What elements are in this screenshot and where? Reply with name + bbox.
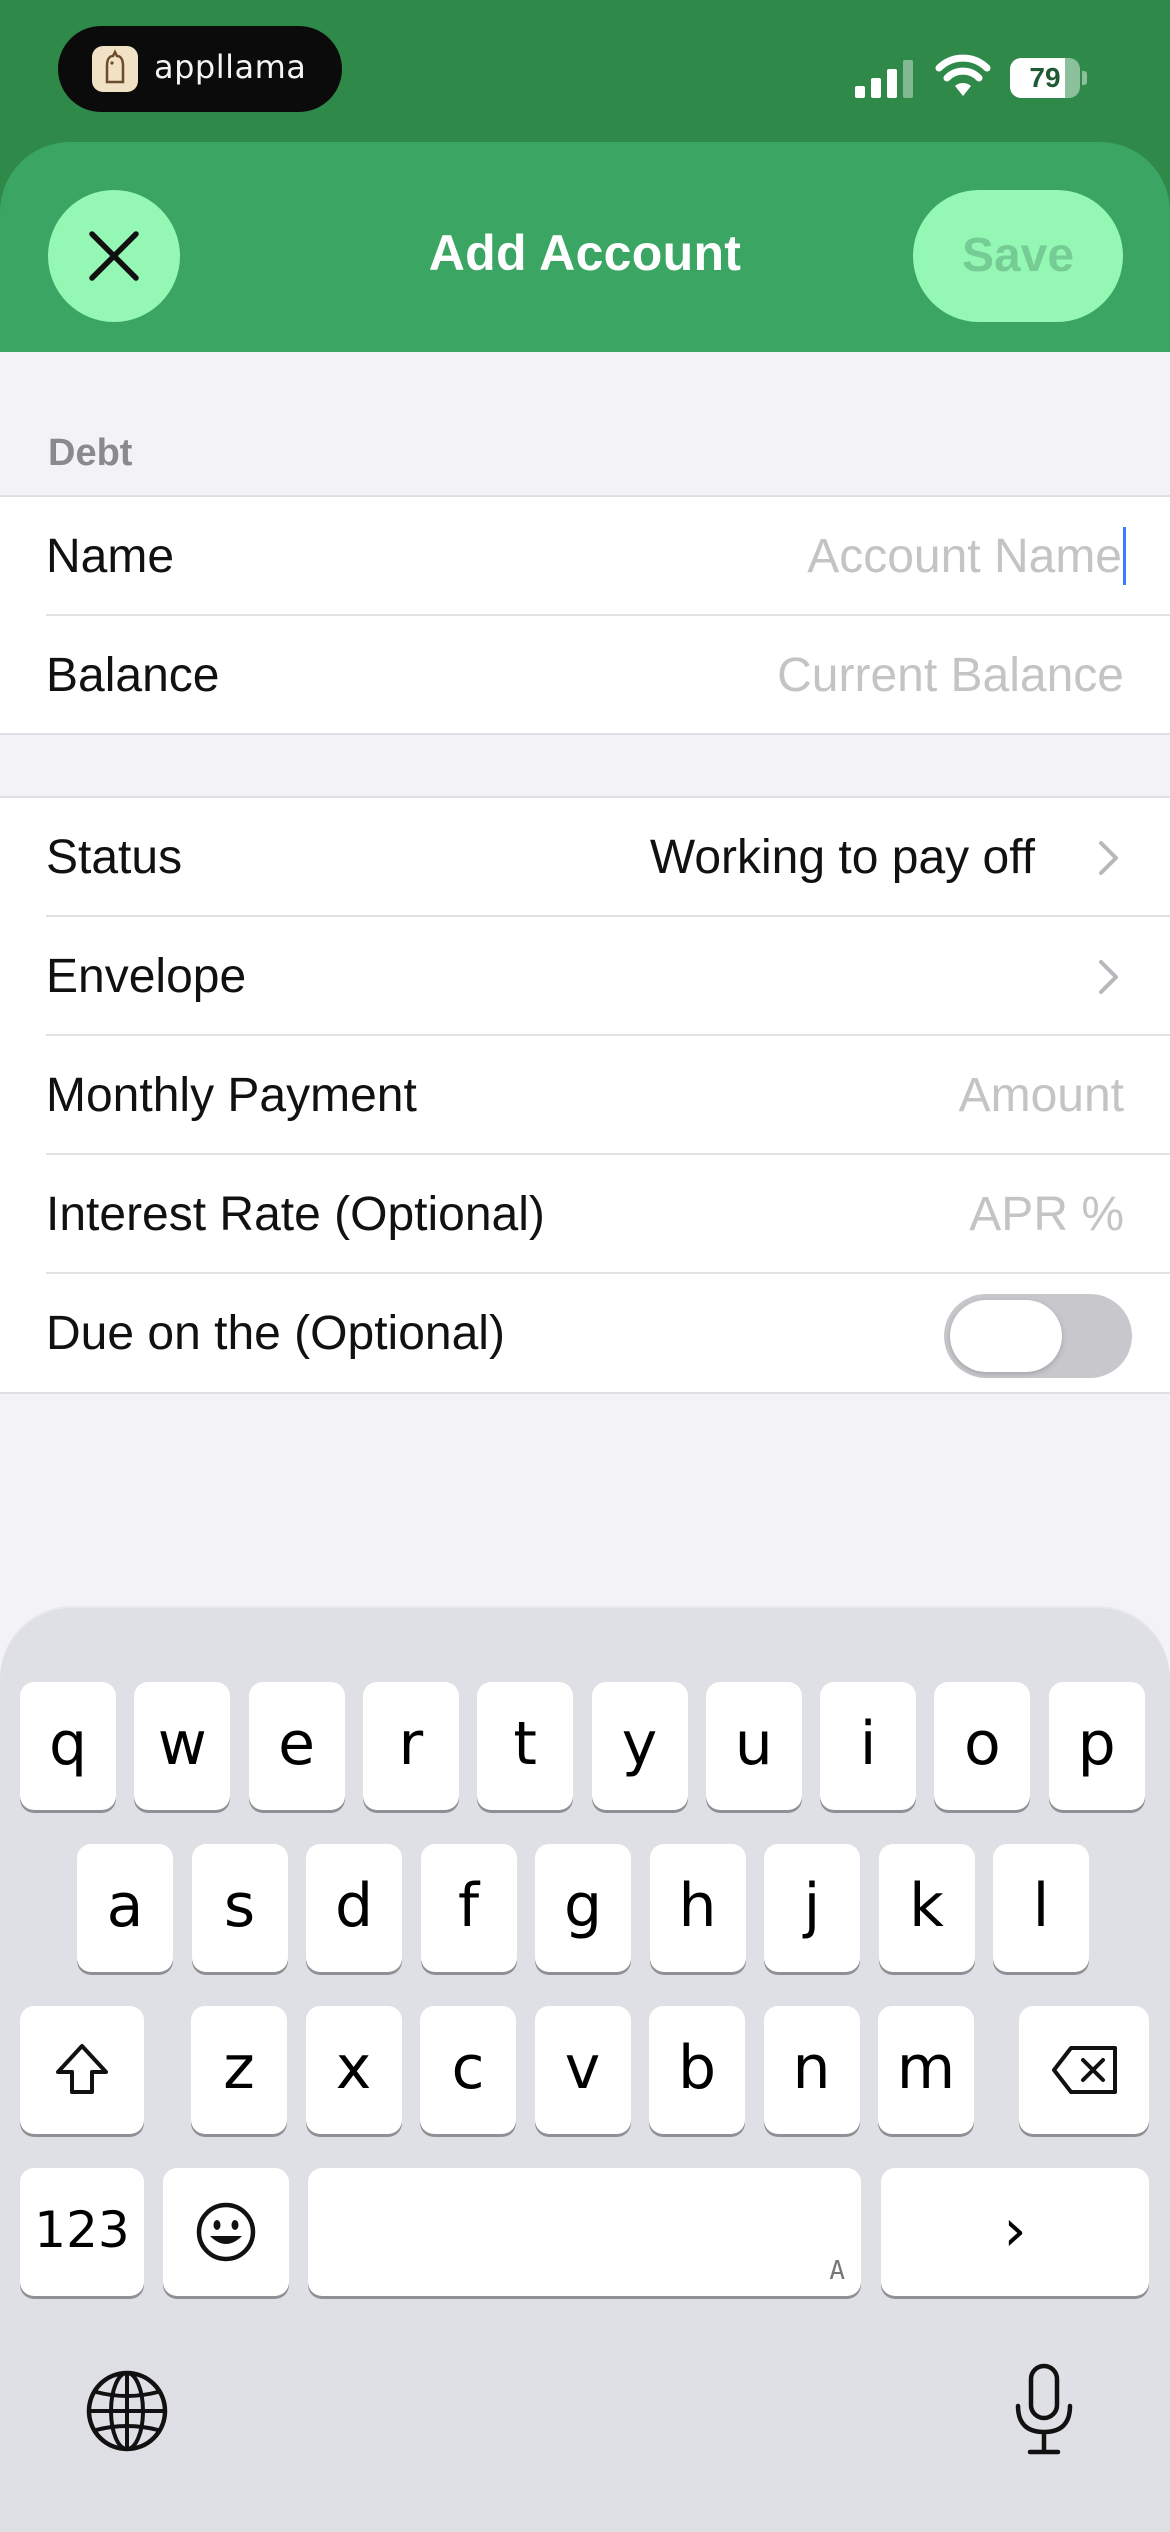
key-u[interactable]: u — [705, 1682, 802, 1810]
backspace-icon — [1052, 2046, 1117, 2094]
save-button[interactable]: Save — [913, 190, 1123, 322]
balance-label: Balance — [46, 649, 220, 702]
island-app-name: appllama — [154, 48, 307, 86]
key-q[interactable]: q — [20, 1682, 116, 1810]
wifi-icon — [935, 54, 991, 96]
name-row[interactable]: Name Account Name — [46, 497, 1170, 616]
key-a[interactable]: a — [77, 1844, 173, 1972]
interest-rate-row[interactable]: Interest Rate (Optional) APR % — [46, 1155, 1170, 1274]
numbers-key[interactable]: 123 — [20, 2168, 144, 2296]
key-x[interactable]: x — [305, 2006, 402, 2134]
navigation-bar: Add Account Save — [0, 142, 1170, 352]
battery-icon: 79 — [1010, 58, 1087, 98]
monthly-payment-row[interactable]: Monthly Payment Amount — [46, 1036, 1170, 1155]
due-date-toggle[interactable] — [944, 1294, 1132, 1378]
keyboard: qwertyuiop asdfghjkl zxcvbnm 123 A › — [0, 1608, 1170, 2532]
space-key-mark: A — [829, 2256, 845, 2286]
key-k[interactable]: k — [878, 1844, 975, 1972]
emoji-key[interactable] — [163, 2168, 289, 2296]
key-c[interactable]: c — [420, 2006, 516, 2134]
chevron-right-icon — [1099, 841, 1118, 875]
space-key[interactable]: A — [308, 2168, 861, 2296]
key-y[interactable]: y — [591, 1682, 688, 1810]
envelope-label: Envelope — [46, 950, 247, 1003]
dynamic-island: appllama — [58, 26, 342, 112]
toggle-knob — [950, 1300, 1062, 1372]
key-i[interactable]: i — [820, 1682, 917, 1810]
key-v[interactable]: v — [534, 2006, 631, 2134]
key-j[interactable]: j — [764, 1844, 860, 1972]
key-g[interactable]: g — [535, 1844, 631, 1972]
monthly-payment-label: Monthly Payment — [46, 1069, 417, 1122]
interest-rate-input[interactable]: APR % — [969, 1155, 1124, 1274]
section-header-debt: Debt — [48, 432, 133, 474]
account-settings-group: Status Working to pay off Envelope Month… — [0, 796, 1170, 1394]
cellular-signal-icon — [855, 60, 913, 98]
status-label: Status — [46, 831, 183, 884]
key-o[interactable]: o — [934, 1682, 1031, 1810]
key-e[interactable]: e — [248, 1682, 345, 1810]
name-label: Name — [46, 530, 175, 583]
key-r[interactable]: r — [362, 1682, 459, 1810]
key-t[interactable]: t — [477, 1682, 574, 1810]
account-name-input[interactable]: Account Name — [807, 497, 1122, 616]
microphone-icon[interactable] — [1004, 2362, 1084, 2458]
interest-rate-label: Interest Rate (Optional) — [46, 1188, 545, 1241]
key-n[interactable]: n — [763, 2006, 860, 2134]
text-cursor — [1123, 527, 1126, 585]
envelope-row[interactable]: Envelope — [46, 917, 1170, 1036]
key-m[interactable]: m — [878, 2006, 974, 2134]
due-date-row: Due on the (Optional) — [46, 1274, 1170, 1393]
shift-key[interactable] — [20, 2006, 144, 2134]
key-f[interactable]: f — [420, 1844, 517, 1972]
key-d[interactable]: d — [306, 1844, 402, 1972]
status-row[interactable]: Status Working to pay off — [46, 798, 1170, 917]
key-p[interactable]: p — [1048, 1682, 1145, 1810]
emoji-icon — [196, 2202, 256, 2262]
monthly-payment-input[interactable]: Amount — [959, 1036, 1124, 1155]
llama-logo-icon — [92, 46, 138, 92]
account-details-group: Name Account Name Balance Current Balanc… — [0, 495, 1170, 735]
globe-icon[interactable] — [84, 2368, 170, 2454]
balance-row[interactable]: Balance Current Balance — [46, 616, 1170, 735]
return-key[interactable]: › — [881, 2168, 1149, 2296]
key-b[interactable]: b — [649, 2006, 745, 2134]
due-date-label: Due on the (Optional) — [46, 1307, 505, 1360]
shift-icon — [56, 2044, 108, 2094]
key-w[interactable]: w — [134, 1682, 231, 1810]
status-bar: appllama 79 — [0, 0, 1170, 142]
status-value: Working to pay off — [649, 831, 1035, 884]
key-z[interactable]: z — [191, 2006, 287, 2134]
chevron-right-icon — [1099, 960, 1118, 994]
battery-percentage: 79 — [1029, 62, 1061, 93]
key-s[interactable]: s — [191, 1844, 288, 1972]
key-l[interactable]: l — [993, 1844, 1089, 1972]
current-balance-input[interactable]: Current Balance — [777, 616, 1124, 735]
delete-key[interactable] — [1019, 2006, 1149, 2134]
key-h[interactable]: h — [649, 1844, 746, 1972]
sheet-header: Add Account Save — [0, 142, 1170, 352]
